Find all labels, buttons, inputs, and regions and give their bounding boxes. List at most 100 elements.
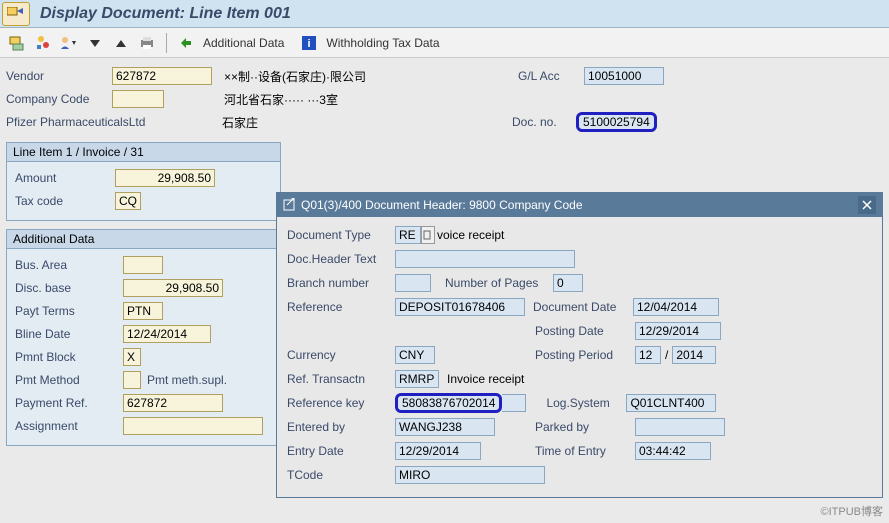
entry-time-field: 03:44:42 bbox=[635, 442, 711, 460]
tcode-label: TCode bbox=[287, 468, 395, 482]
branch-label: Branch number bbox=[287, 276, 395, 290]
branch-field bbox=[395, 274, 431, 292]
reference-field: DEPOSIT01678406 bbox=[395, 298, 525, 316]
separator bbox=[166, 33, 167, 53]
disc-base-field[interactable]: 29,908.50 bbox=[123, 279, 223, 297]
assignment-label: Assignment bbox=[15, 419, 123, 433]
dialog-title: Q01(3)/400 Document Header: 9800 Company… bbox=[301, 198, 583, 212]
posting-date-label: Posting Date bbox=[535, 324, 635, 338]
vendor-field[interactable]: 627872 bbox=[112, 67, 212, 85]
search-help-icon[interactable] bbox=[421, 226, 435, 244]
info-icon[interactable]: i bbox=[298, 32, 320, 54]
ref-key-field: 58083876702014 bbox=[395, 393, 502, 413]
payment-ref-field[interactable]: 627872 bbox=[123, 394, 223, 412]
assignment-field[interactable] bbox=[123, 417, 263, 435]
payt-terms-label: Payt Terms bbox=[15, 304, 123, 318]
document-header-dialog: Q01(3)/400 Document Header: 9800 Company… bbox=[276, 192, 883, 498]
doc-date-label: Document Date bbox=[533, 300, 633, 314]
currency-label: Currency bbox=[287, 348, 395, 362]
city-label: 石家庄 bbox=[222, 114, 512, 131]
posting-period-sep: / bbox=[665, 348, 668, 362]
entry-time-label: Time of Entry bbox=[535, 444, 635, 458]
reference-label: Reference bbox=[287, 300, 395, 314]
doc-type-label: Document Type bbox=[287, 228, 395, 242]
doc-no-label: Doc. no. bbox=[512, 115, 576, 129]
additional-data-button[interactable]: Additional Data bbox=[203, 36, 284, 50]
dialog-title-bar: Q01(3)/400 Document Header: 9800 Company… bbox=[277, 193, 882, 217]
disc-base-label: Disc. base bbox=[15, 281, 123, 295]
doc-type-field: RE bbox=[395, 226, 421, 244]
user-dropdown-icon[interactable] bbox=[58, 32, 80, 54]
currency-field: CNY bbox=[395, 346, 435, 364]
ref-trans-desc: Invoice receipt bbox=[447, 372, 524, 386]
entered-by-label: Entered by bbox=[287, 420, 395, 434]
doc-header-field bbox=[395, 250, 575, 268]
amount-field[interactable]: 29,908.50 bbox=[115, 169, 215, 187]
dialog-body: Document Type RE voice receipt Doc.Heade… bbox=[277, 217, 882, 497]
posting-date-field: 12/29/2014 bbox=[635, 322, 721, 340]
payment-ref-label: Payment Ref. bbox=[15, 396, 123, 410]
doc-no-field: 5100025794 bbox=[576, 112, 657, 132]
ref-trans-label: Ref. Transactn bbox=[287, 372, 395, 386]
pages-label: Number of Pages bbox=[445, 276, 553, 290]
withholding-tax-button[interactable]: Withholding Tax Data bbox=[326, 36, 439, 50]
vendor-desc1: ××制··设备(石家庄)·限公司 bbox=[224, 68, 444, 85]
doc-header-label: Doc.Header Text bbox=[287, 252, 395, 266]
pmt-method-label: Pmt Method bbox=[15, 373, 123, 387]
entered-by-field: WANGJ238 bbox=[395, 418, 495, 436]
doc-type-desc: voice receipt bbox=[437, 228, 504, 242]
posting-period-month: 12 bbox=[635, 346, 661, 364]
triangle-up-icon[interactable] bbox=[110, 32, 132, 54]
posting-period-year: 2014 bbox=[672, 346, 716, 364]
pmnt-block-label: Pmnt Block bbox=[15, 350, 123, 364]
entry-date-label: Entry Date bbox=[287, 444, 395, 458]
triangle-down-icon[interactable] bbox=[84, 32, 106, 54]
company-desc: 河北省石家····· ···3室 bbox=[224, 91, 464, 108]
gl-acc-field: 10051000 bbox=[584, 67, 664, 85]
tree-icon[interactable] bbox=[6, 32, 28, 54]
vendor-label: Vendor bbox=[6, 69, 112, 83]
additional-data-icon[interactable] bbox=[175, 32, 197, 54]
print-icon[interactable] bbox=[136, 32, 158, 54]
bus-area-field[interactable] bbox=[123, 256, 163, 274]
bus-area-label: Bus. Area bbox=[15, 258, 123, 272]
log-sys-field: Q01CLNT400 bbox=[626, 394, 716, 412]
ref-trans-field: RMRP bbox=[395, 370, 439, 388]
bline-date-field[interactable]: 12/24/2014 bbox=[123, 325, 211, 343]
nav-icon-button[interactable] bbox=[2, 2, 30, 26]
tax-code-field[interactable]: CQ bbox=[115, 192, 141, 210]
toolbar: Additional Data i Withholding Tax Data bbox=[0, 28, 889, 58]
company-code-field[interactable] bbox=[112, 90, 164, 108]
tax-code-label: Tax code bbox=[15, 194, 115, 208]
parked-by-label: Parked by bbox=[535, 420, 635, 434]
overview-icon[interactable] bbox=[32, 32, 54, 54]
log-sys-label: Log.System bbox=[546, 396, 626, 410]
gl-acc-label: G/L Acc bbox=[518, 69, 584, 83]
bline-date-label: Bline Date bbox=[15, 327, 123, 341]
ref-key-ext bbox=[502, 394, 526, 412]
pfizer-label: Pfizer PharmaceuticalsLtd bbox=[6, 115, 222, 129]
ref-key-label: Reference key bbox=[287, 396, 395, 410]
page-title: Display Document: Line Item 001 bbox=[40, 5, 291, 23]
company-code-label: Company Code bbox=[6, 92, 112, 106]
doc-date-field: 12/04/2014 bbox=[633, 298, 719, 316]
line-item-panel: Line Item 1 / Invoice / 31 Amount 29,908… bbox=[6, 142, 281, 221]
watermark: ©ITPUB博客 bbox=[821, 503, 884, 519]
pmt-supl-label: Pmt meth.supl. bbox=[147, 373, 227, 387]
posting-period-label: Posting Period bbox=[535, 348, 635, 362]
line-item-tab[interactable]: Line Item 1 / Invoice / 31 bbox=[7, 143, 280, 162]
entry-date-field: 12/29/2014 bbox=[395, 442, 481, 460]
close-icon[interactable] bbox=[858, 196, 876, 214]
tcode-field: MIRO bbox=[395, 466, 545, 484]
additional-data-title: Additional Data bbox=[6, 229, 281, 249]
parked-by-field bbox=[635, 418, 725, 436]
pmt-method-field[interactable] bbox=[123, 371, 141, 389]
additional-data-body: Bus. Area Disc. base29,908.50 Payt Terms… bbox=[6, 249, 281, 446]
pages-field: 0 bbox=[553, 274, 583, 292]
svg-text:i: i bbox=[308, 38, 311, 50]
payt-terms-field[interactable]: PTN bbox=[123, 302, 163, 320]
title-bar: Display Document: Line Item 001 bbox=[0, 0, 889, 28]
dialog-icon bbox=[283, 198, 297, 212]
amount-label: Amount bbox=[15, 171, 115, 185]
pmnt-block-field[interactable]: X bbox=[123, 348, 141, 366]
